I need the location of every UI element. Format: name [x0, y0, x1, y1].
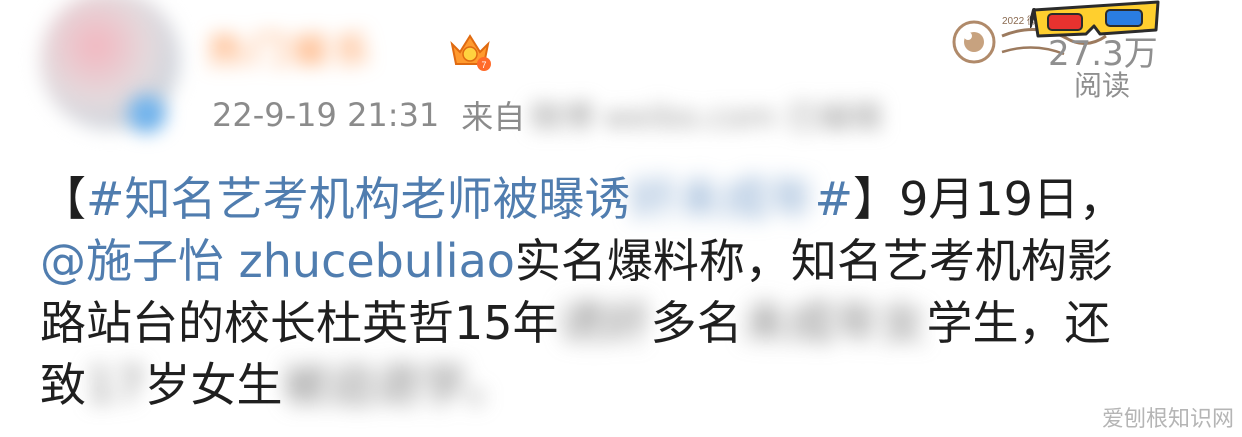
post-text: 实名爆料称，知名艺考机构影: [514, 234, 1113, 288]
post-text-blurred: 诱奸: [558, 296, 651, 350]
source-prefix: 来自: [461, 98, 526, 136]
post-body: 【 #知名艺考机构老师被曝诱 奸未成年 # 】 9月19日， @施子怡 zhuc…: [40, 168, 1220, 416]
watermark: 爱刨根知识网: [1101, 407, 1234, 432]
post-line-3: 路站台的校长杜英哲15年 诱奸 多名 未成年女 学生，还: [40, 292, 1220, 354]
post-text-blurred: 未成年女: [742, 296, 927, 350]
post-meta: 22-9-19 21:31 来自 微博 weibo.com 已编辑: [212, 92, 882, 138]
hashtag-end[interactable]: #: [815, 168, 854, 230]
bracket-open: 【: [40, 172, 86, 226]
crown-icon: 7: [450, 34, 491, 71]
post-line-2: @施子怡 zhucebuliao 实名爆料称，知名艺考机构影: [40, 230, 1220, 292]
read-label: 阅读: [1074, 69, 1131, 102]
post-line-4: 致 17 岁女生 被迫退学。: [40, 354, 1220, 416]
post-text-blurred: 17: [86, 358, 145, 412]
post-date: 9月19日，: [899, 172, 1125, 226]
svg-text:7: 7: [481, 60, 486, 70]
source-name[interactable]: 微博 weibo.com 已编辑: [529, 92, 882, 138]
post-text: 学生，还: [926, 296, 1111, 350]
post-timestamp[interactable]: 22-9-19 21:31: [212, 96, 439, 134]
post-text: 致: [40, 358, 86, 412]
bracket-close: 】: [853, 172, 900, 226]
post-line-1: 【 #知名艺考机构老师被曝诱 奸未成年 # 】 9月19日，: [40, 168, 1220, 230]
post-text: 岁女生: [144, 358, 283, 412]
post-text: 多名: [650, 296, 743, 350]
post-text: 路站台的校长杜英哲15年: [40, 296, 559, 350]
username[interactable]: 热门娱乐: [208, 22, 376, 74]
hashtag-link[interactable]: #知名艺考机构老师被曝诱: [86, 168, 631, 230]
mention-link[interactable]: @施子怡 zhucebuliao: [40, 230, 515, 292]
verified-badge-icon: [128, 95, 166, 133]
post-text-blurred: 被迫退学。: [282, 358, 513, 412]
hashtag-blurred[interactable]: 奸未成年: [631, 168, 815, 230]
